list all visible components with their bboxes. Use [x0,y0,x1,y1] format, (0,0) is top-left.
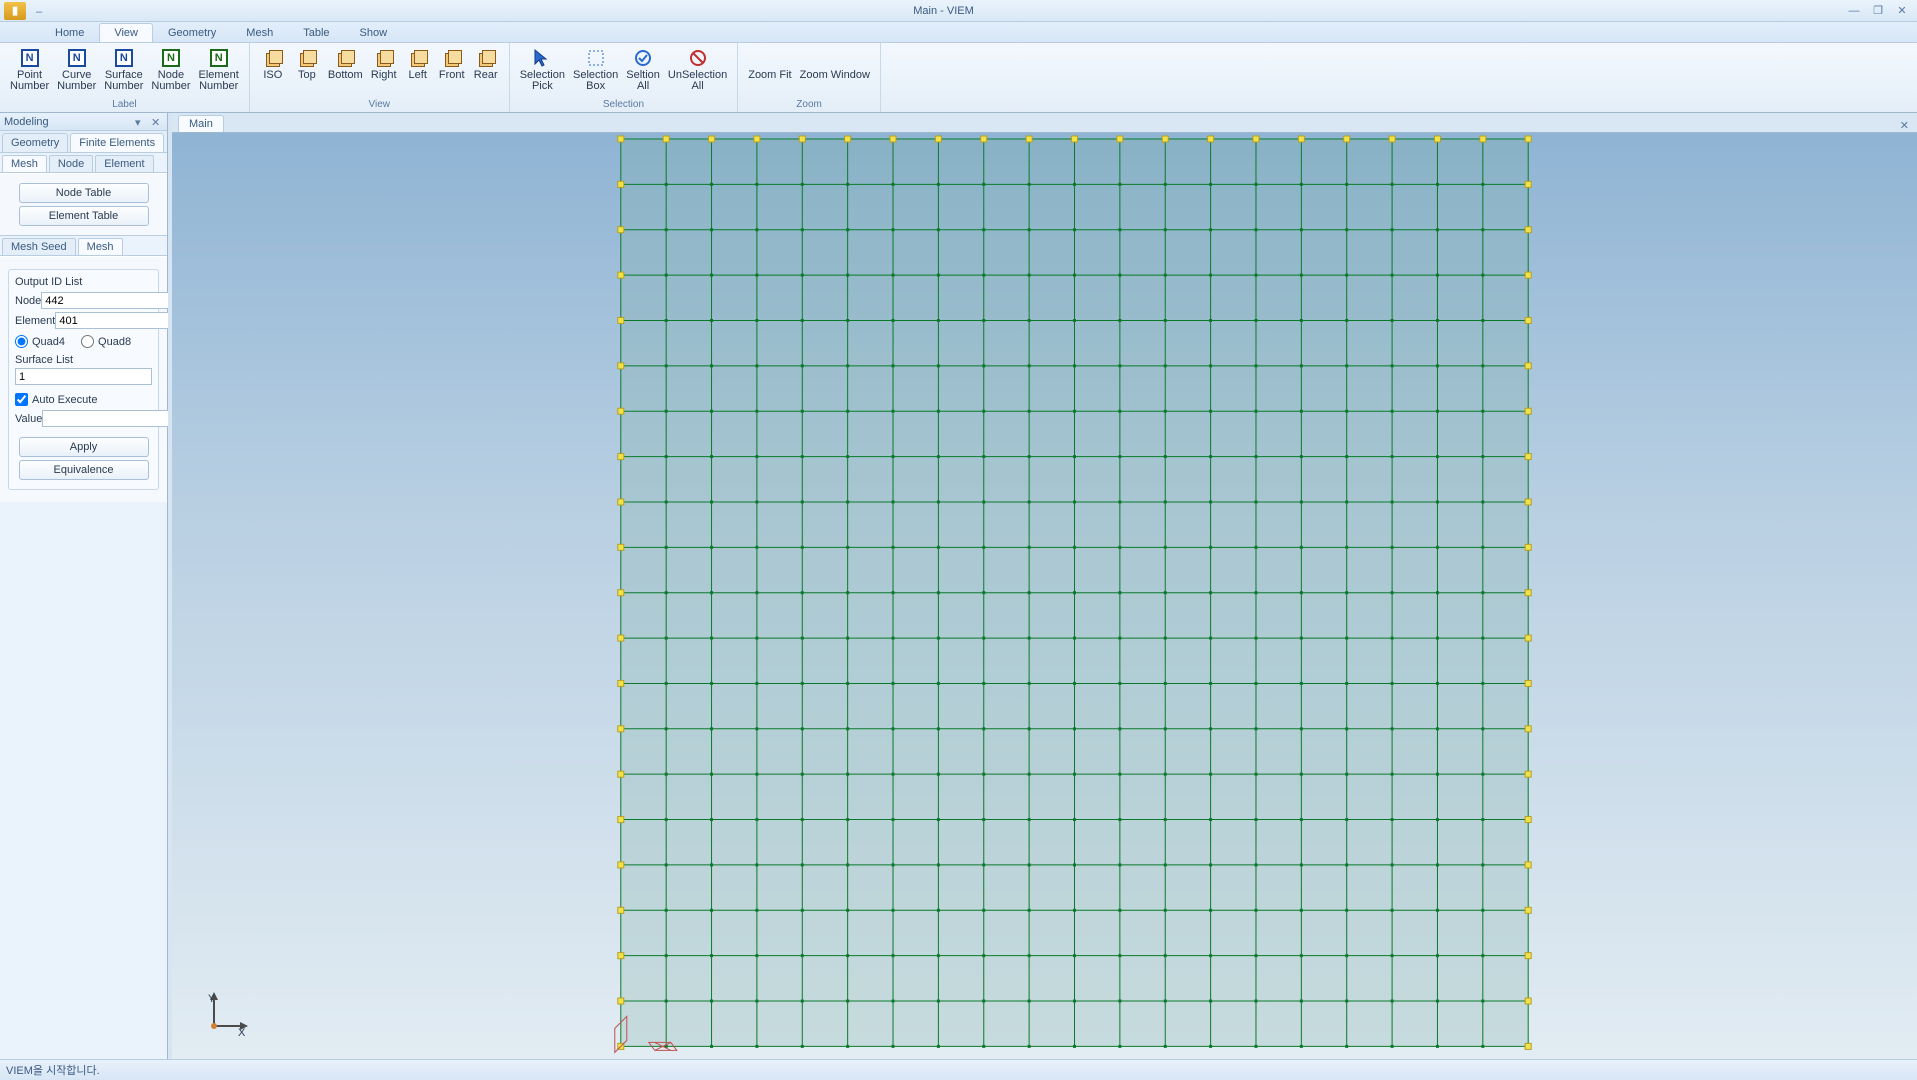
node-label: Node [15,295,41,307]
view-tab-main[interactable]: Main [178,115,224,132]
selection-pick-button[interactable]: SelectionPick [516,45,569,98]
modeling-panel: Modeling ▾ ✕ Geometry Finite Elements Me… [0,113,168,1059]
quad4-radio-input[interactable] [15,335,28,348]
rear-button[interactable]: Rear [469,45,503,98]
auto-execute-label: Auto Execute [32,394,97,406]
group-label-label: Label [6,98,243,112]
cube-icon [336,49,354,67]
status-bar: VIEM을 시작합니다. [0,1059,1917,1080]
panel-sub-tabs: Mesh Seed Mesh [0,235,167,256]
curve-number-button[interactable]: NCurveNumber [53,45,100,98]
group-label-zoom: Zoom [744,98,874,112]
cube-icon [477,49,495,67]
top-button[interactable]: Top [290,45,324,98]
close-button[interactable]: ✕ [1891,3,1913,19]
ribbon-group-view: ISO Top Bottom Right Left Front Rear Vie… [250,43,510,112]
tab-mesh[interactable]: Mesh [231,23,288,42]
app-icon: ▮ [4,2,26,20]
inner-tab-node[interactable]: Node [49,155,93,172]
output-id-fieldset: Output ID List Node Element Quad4 Quad8 … [8,269,159,490]
tab-view[interactable]: View [99,23,153,42]
front-button[interactable]: Front [435,45,469,98]
node-table-button[interactable]: Node Table [19,183,149,203]
tab-table[interactable]: Table [288,23,344,42]
axis-x-label: X [238,1027,245,1039]
panel-body-top: Node Table Element Table [0,173,167,235]
cube-icon [375,49,393,67]
minimize-button[interactable]: — [1843,3,1865,19]
panel-close-icon[interactable]: ✕ [151,116,163,128]
maximize-button[interactable]: ❐ [1867,3,1889,19]
value-label: Value [15,413,42,425]
selection-all-button[interactable]: SeltionAll [622,45,664,98]
unselect-all-icon [687,47,709,69]
axis-triad: Y X [202,988,252,1041]
surface-number-button[interactable]: NSurfaceNumber [100,45,147,98]
view-area: Main ✕ Y X [172,113,1917,1059]
output-id-list-label: Output ID List [15,276,152,288]
panel-inner-tabs: Mesh Node Element [0,153,167,173]
ribbon-group-label: NPointNumber NCurveNumber NSurfaceNumber… [0,43,250,112]
panel-tab-geometry[interactable]: Geometry [2,133,68,152]
viewport[interactable]: Y X [172,133,1917,1059]
title-bar: ▮ – Main - VIEM — ❐ ✕ [0,0,1917,22]
apply-button[interactable]: Apply [19,437,149,457]
axis-y-label: Y [208,993,215,1005]
window-title: Main - VIEM [46,5,1841,17]
zoom-fit-button[interactable]: Zoom Fit [744,45,795,98]
box-select-icon [585,47,607,69]
left-button[interactable]: Left [401,45,435,98]
group-label-view: View [256,98,503,112]
mesh-display [172,133,1917,1059]
element-table-button[interactable]: Element Table [19,206,149,226]
subtab-mesh[interactable]: Mesh [78,238,123,255]
surface-list-input[interactable] [15,368,152,385]
cube-icon [264,49,282,67]
equivalence-button[interactable]: Equivalence [19,460,149,480]
cube-icon [298,49,316,67]
select-all-icon [632,47,654,69]
ribbon: NPointNumber NCurveNumber NSurfaceNumber… [0,43,1917,113]
quad4-radio[interactable]: Quad4 [15,335,65,348]
main-row: Modeling ▾ ✕ Geometry Finite Elements Me… [0,113,1917,1059]
tab-show[interactable]: Show [345,23,403,42]
inner-tab-element[interactable]: Element [95,155,153,172]
element-label: Element [15,315,55,327]
panel-title-bar: Modeling ▾ ✕ [0,113,167,131]
iso-button[interactable]: ISO [256,45,290,98]
qat-dropdown-icon[interactable]: – [36,6,46,16]
panel-dropdown-icon[interactable]: ▾ [135,116,147,128]
panel-title: Modeling [4,116,49,128]
panel-tab-finite-elements[interactable]: Finite Elements [70,133,164,152]
auto-execute-checkbox[interactable] [15,393,28,406]
cube-icon [443,49,461,67]
quad8-radio-input[interactable] [81,335,94,348]
surface-list-label: Surface List [15,354,152,366]
zoom-window-button[interactable]: Zoom Window [796,45,874,98]
panel-category-tabs: Geometry Finite Elements [0,131,167,153]
bottom-button[interactable]: Bottom [324,45,367,98]
ribbon-group-zoom: Zoom Fit Zoom Window Zoom [738,43,881,112]
view-close-icon[interactable]: ✕ [1896,119,1913,132]
quad8-radio[interactable]: Quad8 [81,335,131,348]
tab-geometry[interactable]: Geometry [153,23,231,42]
tab-home[interactable]: Home [40,23,99,42]
cursor-icon [531,47,553,69]
point-number-button[interactable]: NPointNumber [6,45,53,98]
view-tab-strip: Main ✕ [172,113,1917,133]
element-number-button[interactable]: NElementNumber [195,45,243,98]
subtab-mesh-seed[interactable]: Mesh Seed [2,238,76,255]
selection-box-button[interactable]: SelectionBox [569,45,622,98]
node-number-button[interactable]: NNodeNumber [147,45,194,98]
ribbon-group-selection: SelectionPick SelectionBox SeltionAll Un… [510,43,739,112]
cube-icon [409,49,427,67]
group-label-selection: Selection [516,98,732,112]
unselection-all-button[interactable]: UnSelectionAll [664,45,731,98]
ribbon-tab-strip: Home View Geometry Mesh Table Show [0,22,1917,43]
panel-body-form: Output ID List Node Element Quad4 Quad8 … [0,256,167,502]
status-text: VIEM을 시작합니다. [6,1062,100,1078]
inner-tab-mesh[interactable]: Mesh [2,155,47,172]
right-button[interactable]: Right [367,45,401,98]
